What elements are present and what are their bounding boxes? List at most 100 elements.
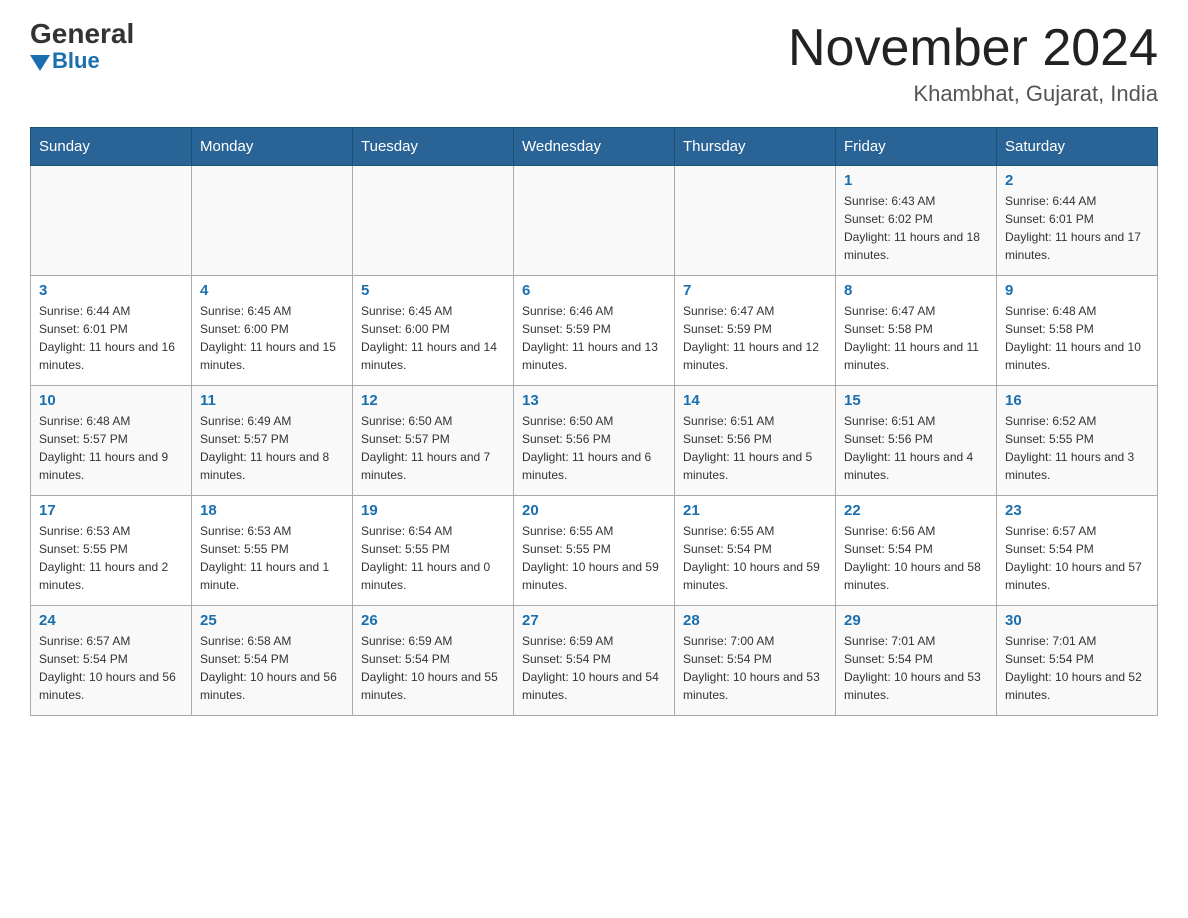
calendar-cell <box>31 166 192 276</box>
day-number: 11 <box>200 392 344 409</box>
day-sun-info: Sunrise: 6:53 AMSunset: 5:55 PMDaylight:… <box>39 522 183 594</box>
day-number: 2 <box>1005 172 1149 189</box>
weekday-header-sunday: Sunday <box>31 128 192 166</box>
day-sun-info: Sunrise: 6:56 AMSunset: 5:54 PMDaylight:… <box>844 522 988 594</box>
day-sun-info: Sunrise: 6:57 AMSunset: 5:54 PMDaylight:… <box>39 632 183 704</box>
calendar-week-row: 3Sunrise: 6:44 AMSunset: 6:01 PMDaylight… <box>31 276 1158 386</box>
day-sun-info: Sunrise: 6:57 AMSunset: 5:54 PMDaylight:… <box>1005 522 1149 594</box>
day-sun-info: Sunrise: 6:44 AMSunset: 6:01 PMDaylight:… <box>1005 192 1149 264</box>
calendar-cell: 11 Sunrise: 6:49 AMSunset: 5:57 PMDayligh… <box>192 386 353 496</box>
calendar-week-row: 10 Sunrise: 6:48 AMSunset: 5:57 PMDayligh… <box>31 386 1158 496</box>
calendar-cell: 28Sunrise: 7:00 AMSunset: 5:54 PMDayligh… <box>675 606 836 716</box>
weekday-header-row: SundayMondayTuesdayWednesdayThursdayFrid… <box>31 128 1158 166</box>
calendar-table: SundayMondayTuesdayWednesdayThursdayFrid… <box>30 127 1158 716</box>
day-sun-info: Sunrise: 6:51 AMSunset: 5:56 PMDaylight:… <box>683 412 827 484</box>
day-sun-info: Sunrise: 6:59 AMSunset: 5:54 PMDaylight:… <box>522 632 666 704</box>
day-number: 27 <box>522 612 666 629</box>
calendar-cell: 6 Sunrise: 6:46 AMSunset: 5:59 PMDaylight… <box>514 276 675 386</box>
calendar-cell: 30 Sunrise: 7:01 AMSunset: 5:54 PMDayligh… <box>997 606 1158 716</box>
day-sun-info: Sunrise: 6:47 AMSunset: 5:58 PMDaylight:… <box>844 302 988 374</box>
day-number: 15 <box>844 392 988 409</box>
day-number: 17 <box>39 502 183 519</box>
day-number: 1 <box>844 172 988 189</box>
day-number: 23 <box>1005 502 1149 519</box>
calendar-cell: 17 Sunrise: 6:53 AMSunset: 5:55 PMDayligh… <box>31 496 192 606</box>
calendar-cell: 10 Sunrise: 6:48 AMSunset: 5:57 PMDayligh… <box>31 386 192 496</box>
day-sun-info: Sunrise: 6:44 AMSunset: 6:01 PMDaylight:… <box>39 302 183 374</box>
calendar-cell: 21 Sunrise: 6:55 AMSunset: 5:54 PMDayligh… <box>675 496 836 606</box>
weekday-header-friday: Friday <box>836 128 997 166</box>
day-number: 18 <box>200 502 344 519</box>
calendar-cell <box>353 166 514 276</box>
calendar-cell: 9 Sunrise: 6:48 AMSunset: 5:58 PMDaylight… <box>997 276 1158 386</box>
day-number: 24 <box>39 612 183 629</box>
day-number: 8 <box>844 282 988 299</box>
day-number: 13 <box>522 392 666 409</box>
calendar-cell: 29 Sunrise: 7:01 AMSunset: 5:54 PMDayligh… <box>836 606 997 716</box>
weekday-header-saturday: Saturday <box>997 128 1158 166</box>
day-number: 26 <box>361 612 505 629</box>
calendar-cell: 19Sunrise: 6:54 AMSunset: 5:55 PMDayligh… <box>353 496 514 606</box>
calendar-cell: 1 Sunrise: 6:43 AMSunset: 6:02 PMDaylight… <box>836 166 997 276</box>
day-number: 7 <box>683 282 827 299</box>
day-number: 10 <box>39 392 183 409</box>
day-number: 25 <box>200 612 344 629</box>
calendar-week-row: 1 Sunrise: 6:43 AMSunset: 6:02 PMDaylight… <box>31 166 1158 276</box>
calendar-cell: 27 Sunrise: 6:59 AMSunset: 5:54 PMDayligh… <box>514 606 675 716</box>
day-number: 9 <box>1005 282 1149 299</box>
calendar-cell: 5 Sunrise: 6:45 AMSunset: 6:00 PMDaylight… <box>353 276 514 386</box>
weekday-header-tuesday: Tuesday <box>353 128 514 166</box>
day-sun-info: Sunrise: 6:48 AMSunset: 5:57 PMDaylight:… <box>39 412 183 484</box>
day-sun-info: Sunrise: 6:51 AMSunset: 5:56 PMDaylight:… <box>844 412 988 484</box>
day-number: 19 <box>361 502 505 519</box>
calendar-cell: 13 Sunrise: 6:50 AMSunset: 5:56 PMDayligh… <box>514 386 675 496</box>
page-header: General Blue November 2024 Khambhat, Guj… <box>30 20 1158 107</box>
calendar-cell: 18Sunrise: 6:53 AMSunset: 5:55 PMDayligh… <box>192 496 353 606</box>
calendar-cell: 12Sunrise: 6:50 AMSunset: 5:57 PMDayligh… <box>353 386 514 496</box>
calendar-cell: 7Sunrise: 6:47 AMSunset: 5:59 PMDaylight… <box>675 276 836 386</box>
day-sun-info: Sunrise: 6:43 AMSunset: 6:02 PMDaylight:… <box>844 192 988 264</box>
weekday-header-wednesday: Wednesday <box>514 128 675 166</box>
day-sun-info: Sunrise: 7:01 AMSunset: 5:54 PMDaylight:… <box>1005 632 1149 704</box>
day-number: 29 <box>844 612 988 629</box>
day-sun-info: Sunrise: 6:45 AMSunset: 6:00 PMDaylight:… <box>361 302 505 374</box>
calendar-cell: 25Sunrise: 6:58 AMSunset: 5:54 PMDayligh… <box>192 606 353 716</box>
calendar-cell: 23 Sunrise: 6:57 AMSunset: 5:54 PMDayligh… <box>997 496 1158 606</box>
calendar-cell: 2 Sunrise: 6:44 AMSunset: 6:01 PMDaylight… <box>997 166 1158 276</box>
day-number: 5 <box>361 282 505 299</box>
day-sun-info: Sunrise: 6:55 AMSunset: 5:54 PMDaylight:… <box>683 522 827 594</box>
calendar-cell: 4 Sunrise: 6:45 AMSunset: 6:00 PMDaylight… <box>192 276 353 386</box>
day-sun-info: Sunrise: 6:55 AMSunset: 5:55 PMDaylight:… <box>522 522 666 594</box>
day-sun-info: Sunrise: 6:50 AMSunset: 5:56 PMDaylight:… <box>522 412 666 484</box>
calendar-week-row: 24 Sunrise: 6:57 AMSunset: 5:54 PMDayligh… <box>31 606 1158 716</box>
location-subtitle: Khambhat, Gujarat, India <box>788 81 1158 107</box>
day-number: 14 <box>683 392 827 409</box>
calendar-cell: 26Sunrise: 6:59 AMSunset: 5:54 PMDayligh… <box>353 606 514 716</box>
day-sun-info: Sunrise: 6:50 AMSunset: 5:57 PMDaylight:… <box>361 412 505 484</box>
logo-blue-text: Blue <box>30 48 100 74</box>
day-number: 21 <box>683 502 827 519</box>
day-number: 30 <box>1005 612 1149 629</box>
calendar-cell <box>675 166 836 276</box>
day-sun-info: Sunrise: 6:46 AMSunset: 5:59 PMDaylight:… <box>522 302 666 374</box>
day-sun-info: Sunrise: 6:48 AMSunset: 5:58 PMDaylight:… <box>1005 302 1149 374</box>
day-number: 20 <box>522 502 666 519</box>
day-sun-info: Sunrise: 6:49 AMSunset: 5:57 PMDaylight:… <box>200 412 344 484</box>
weekday-header-thursday: Thursday <box>675 128 836 166</box>
day-number: 28 <box>683 612 827 629</box>
logo-triangle-icon <box>30 55 50 71</box>
day-sun-info: Sunrise: 7:01 AMSunset: 5:54 PMDaylight:… <box>844 632 988 704</box>
calendar-cell: 16Sunrise: 6:52 AMSunset: 5:55 PMDayligh… <box>997 386 1158 496</box>
day-number: 4 <box>200 282 344 299</box>
day-sun-info: Sunrise: 6:45 AMSunset: 6:00 PMDaylight:… <box>200 302 344 374</box>
day-number: 6 <box>522 282 666 299</box>
calendar-week-row: 17 Sunrise: 6:53 AMSunset: 5:55 PMDayligh… <box>31 496 1158 606</box>
month-year-title: November 2024 <box>788 20 1158 77</box>
logo-general-text: General <box>30 20 134 48</box>
title-section: November 2024 Khambhat, Gujarat, India <box>788 20 1158 107</box>
calendar-cell: 20 Sunrise: 6:55 AMSunset: 5:55 PMDayligh… <box>514 496 675 606</box>
calendar-cell: 8 Sunrise: 6:47 AMSunset: 5:58 PMDaylight… <box>836 276 997 386</box>
calendar-cell: 3Sunrise: 6:44 AMSunset: 6:01 PMDaylight… <box>31 276 192 386</box>
day-sun-info: Sunrise: 6:52 AMSunset: 5:55 PMDaylight:… <box>1005 412 1149 484</box>
calendar-cell <box>514 166 675 276</box>
